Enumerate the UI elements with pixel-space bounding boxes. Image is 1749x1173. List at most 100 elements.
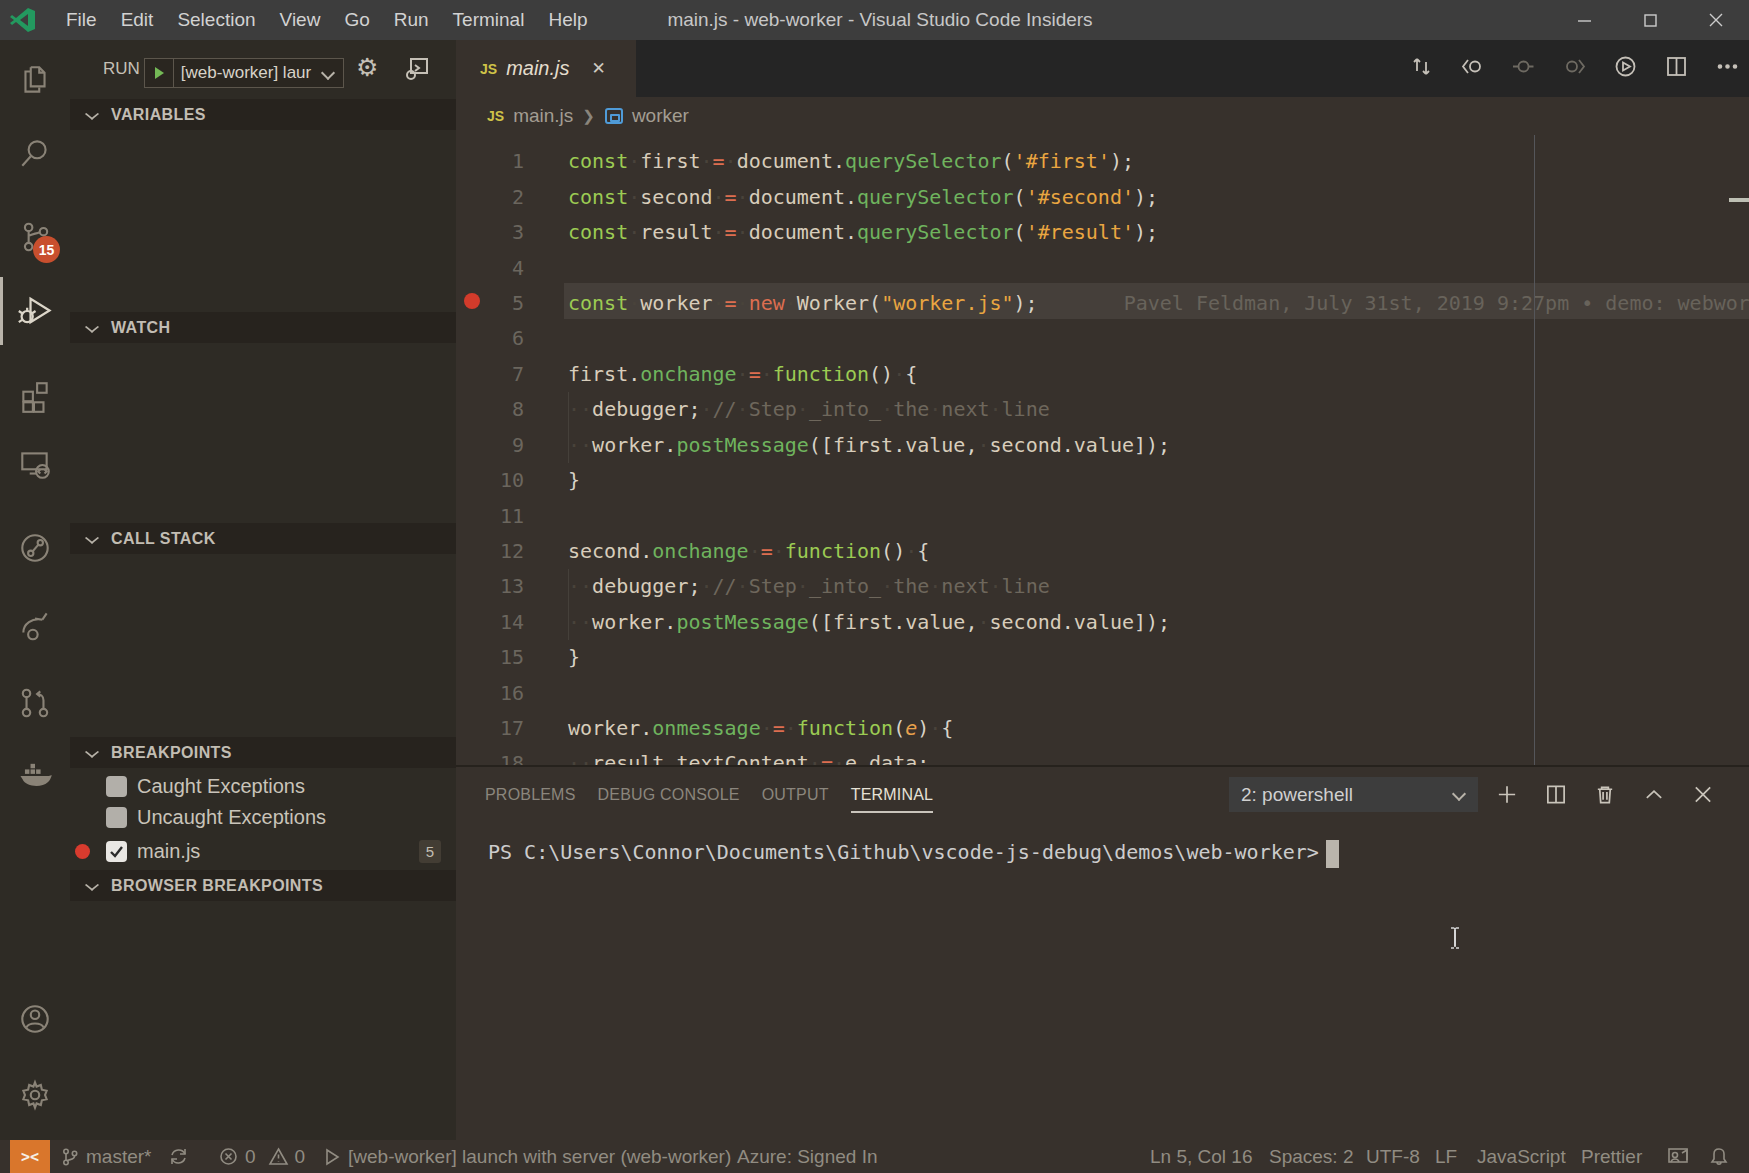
panel-tab-debug-console[interactable]: DEBUG CONSOLE	[598, 786, 740, 804]
menu-bar: FileEditSelectionViewGoRunTerminalHelp	[54, 0, 600, 40]
chevron-down-icon: ▼	[84, 880, 99, 892]
close-panel-icon[interactable]	[1692, 784, 1714, 806]
section-watch[interactable]: ▼WATCH	[70, 312, 456, 343]
menu-edit[interactable]: Edit	[109, 9, 166, 31]
launch-status-item[interactable]: [web-worker] launch with server (web-wor…	[322, 1140, 731, 1173]
breakpoint-dot[interactable]	[464, 293, 480, 309]
section-browser-breakpoints[interactable]: ▼BROWSER BREAKPOINTS	[70, 870, 456, 901]
breakpoint-checkbox[interactable]	[106, 841, 127, 862]
menu-view[interactable]: View	[268, 9, 333, 31]
section-breakpoints[interactable]: ▼BREAKPOINTS	[70, 737, 456, 768]
chevron-right-icon: ❯	[582, 107, 595, 125]
kill-terminal-icon[interactable]	[1594, 784, 1616, 806]
active-view-indicator	[0, 277, 3, 345]
remote-explorer-icon[interactable]	[0, 434, 70, 494]
indentation-item[interactable]: Spaces: 2	[1269, 1140, 1354, 1173]
run-profile-icon[interactable]	[1614, 55, 1637, 82]
code-line-8: 8··debugger;·//·Step·_into_·the·next·lin…	[456, 392, 1749, 428]
compare-changes-icon[interactable]	[1410, 55, 1433, 82]
account-icon[interactable]	[0, 989, 70, 1049]
panel-tab-terminal[interactable]: TERMINAL	[851, 786, 934, 804]
panel-tabs: PROBLEMS DEBUG CONSOLE OUTPUT TERMINAL	[485, 767, 933, 822]
code-line-2: 2const·second·=·document.querySelector('…	[456, 180, 1749, 216]
remote-indicator[interactable]: ><	[10, 1140, 50, 1173]
menu-run[interactable]: Run	[382, 9, 441, 31]
panel-tab-output[interactable]: OUTPUT	[762, 786, 829, 804]
debug-gear-icon[interactable]: ⚙	[356, 53, 378, 83]
breadcrumb-symbol[interactable]: worker	[632, 105, 689, 127]
menu-file[interactable]: File	[54, 9, 109, 31]
code-line-13: 13··debugger;·//·Step·_into_·the·next·li…	[456, 569, 1749, 605]
panel-tab-problems[interactable]: PROBLEMS	[485, 786, 576, 804]
eol-item[interactable]: LF	[1435, 1140, 1457, 1173]
more-actions-icon[interactable]	[1716, 55, 1739, 82]
github-pr-icon[interactable]	[0, 673, 70, 733]
search-icon[interactable]	[0, 123, 70, 183]
run-toolbar: RUN [web-worker] laur▾ ⚙	[70, 40, 456, 98]
scrollbar-thumb[interactable]	[1729, 198, 1749, 202]
notifications-bell-icon[interactable]	[1708, 1140, 1730, 1173]
window-controls	[1551, 0, 1749, 40]
symbol-icon	[605, 108, 623, 124]
terminal-output[interactable]: PS C:\Users\Connor\Documents\Github\vsco…	[488, 840, 1319, 888]
menu-go[interactable]: Go	[332, 9, 381, 31]
debug-sidebar: RUN [web-worker] laur▾ ⚙ ▼VARIABLES ▼WAT…	[70, 40, 456, 1140]
step-back-icon[interactable]	[1461, 55, 1484, 82]
split-terminal-icon[interactable]	[1545, 784, 1567, 806]
encoding-item[interactable]: UTF-8	[1366, 1140, 1420, 1173]
code-line-16: 16	[456, 676, 1749, 712]
run-debug-icon[interactable]	[0, 281, 70, 341]
start-debug-button[interactable]	[145, 59, 174, 87]
debug-console-icon[interactable]	[405, 56, 430, 85]
menu-selection[interactable]: Selection	[165, 9, 267, 31]
minimize-button[interactable]	[1551, 0, 1617, 40]
vscode-insiders-logo	[10, 7, 36, 33]
terminal-select[interactable]: 2: powershell▾	[1229, 777, 1478, 812]
menu-terminal[interactable]: Terminal	[441, 9, 537, 31]
breakpoint-dot	[75, 844, 90, 859]
sync-icon[interactable]	[168, 1140, 189, 1173]
code-line-1: 1const·first·=·document.querySelector('#…	[456, 144, 1749, 180]
cursor-position-item[interactable]: Ln 5, Col 16	[1150, 1140, 1252, 1173]
code-line-4: 4	[456, 251, 1749, 287]
menu-help[interactable]: Help	[536, 9, 599, 31]
split-editor-icon[interactable]	[1665, 55, 1688, 82]
breakpoint-checkbox[interactable]	[106, 807, 127, 828]
problems-item[interactable]: 0 0	[218, 1140, 305, 1173]
tab-main-js[interactable]: JS main.js ✕	[456, 40, 636, 97]
breakpoint-row[interactable]: main.js5	[0, 836, 386, 867]
language-item[interactable]: JavaScript	[1477, 1140, 1566, 1173]
breadcrumb-file[interactable]: main.js	[513, 105, 573, 127]
breakpoint-checkbox[interactable]	[106, 776, 127, 797]
section-variables[interactable]: ▼VARIABLES	[70, 99, 456, 130]
breakpoint-row[interactable]: Caught Exceptions	[0, 771, 386, 802]
breakpoint-row[interactable]: Uncaught Exceptions	[0, 802, 386, 833]
code-editor[interactable]: 1const·first·=·document.querySelector('#…	[456, 135, 1749, 765]
section-call-stack[interactable]: ▼CALL STACK	[70, 523, 456, 554]
mouse-cursor	[1449, 926, 1461, 948]
maximize-button[interactable]	[1617, 0, 1683, 40]
code-line-6: 6	[456, 321, 1749, 357]
activity-bar: 15	[0, 40, 70, 1140]
code-line-9: 9··worker.postMessage([first.value,·seco…	[456, 428, 1749, 464]
source-control-icon[interactable]	[0, 207, 70, 267]
tab-close-icon[interactable]: ✕	[591, 58, 605, 79]
javascript-file-icon: JS	[487, 108, 504, 124]
new-terminal-icon[interactable]	[1496, 784, 1518, 806]
launch-config-select[interactable]: [web-worker] laur▾	[174, 59, 343, 87]
extensions-icon[interactable]	[0, 367, 70, 427]
code-line-7: 7first.onchange·=·function()·{	[456, 357, 1749, 393]
settings-gear-icon[interactable]	[0, 1065, 70, 1125]
close-button[interactable]	[1683, 0, 1749, 40]
azure-status-item[interactable]: Azure: Signed In	[737, 1140, 877, 1173]
git-blame-annotation: Pavel Feldman, July 31st, 2019 9:27pm • …	[1124, 291, 1749, 315]
code-line-12: 12second.onchange·=·function()·{	[456, 534, 1749, 570]
terminal-cursor	[1326, 840, 1339, 868]
git-branch-item[interactable]: master*	[60, 1140, 151, 1173]
profiler-icon[interactable]	[0, 518, 70, 578]
live-share-icon[interactable]	[0, 595, 70, 655]
maximize-panel-icon[interactable]	[1643, 784, 1665, 806]
feedback-icon[interactable]	[1666, 1140, 1690, 1173]
explorer-icon[interactable]	[0, 50, 70, 110]
formatter-item[interactable]: Prettier	[1581, 1140, 1642, 1173]
